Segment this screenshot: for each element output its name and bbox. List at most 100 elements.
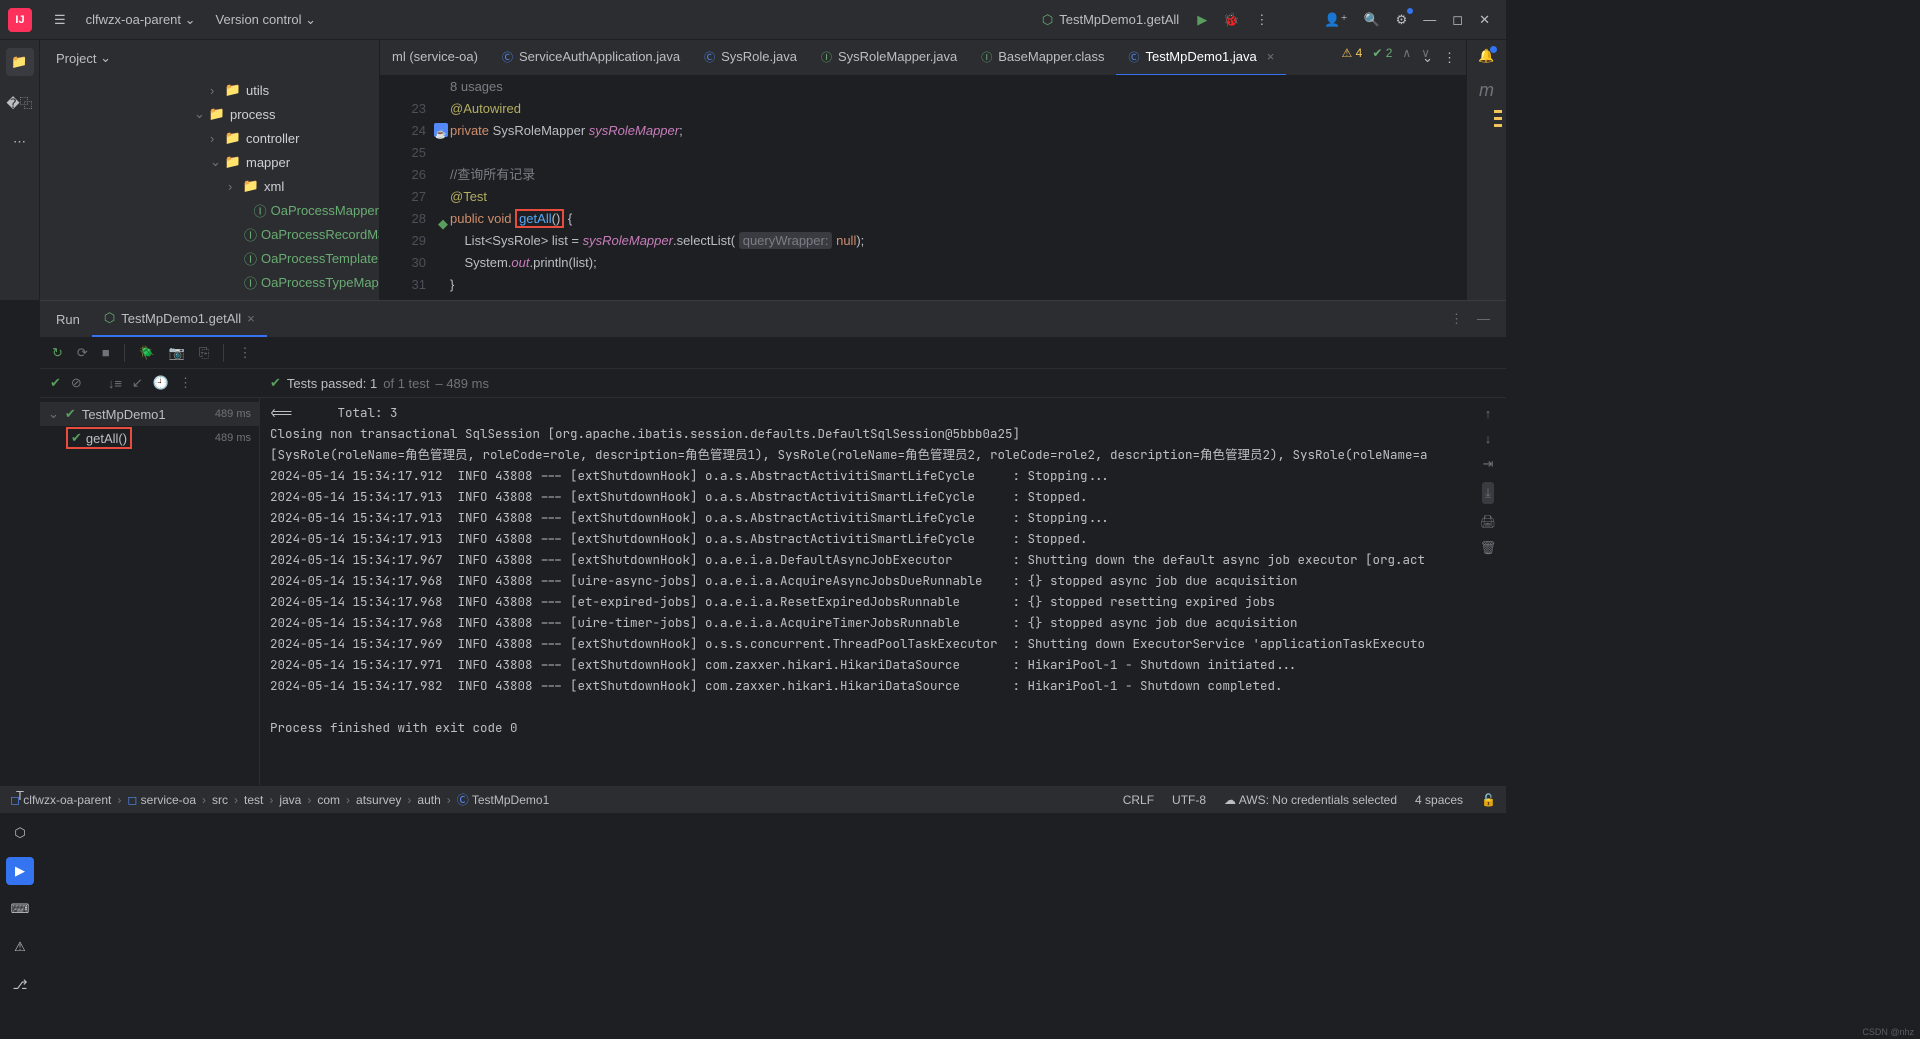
breadcrumb-item[interactable]: Ⓒ TestMpDemo1 bbox=[457, 791, 550, 808]
app-logo-icon: IJ bbox=[8, 8, 32, 32]
tree-row[interactable]: ⒾOaProcessTypeMapper bbox=[40, 270, 379, 294]
show-passed-icon[interactable]: ✔ bbox=[50, 375, 61, 391]
soft-wrap-icon[interactable]: ⇥ bbox=[1483, 456, 1494, 472]
rerun-failed-icon[interactable]: ⟳ bbox=[77, 345, 88, 361]
project-panel-header[interactable]: Project ⌄ bbox=[40, 40, 379, 76]
clock-icon[interactable]: 🕘 bbox=[153, 375, 169, 391]
rerun-icon[interactable]: ↻ bbox=[52, 345, 63, 361]
run-tool-icon[interactable]: ▶ bbox=[6, 857, 34, 885]
run-button[interactable]: ▶ bbox=[1189, 6, 1215, 34]
breadcrumb-item[interactable]: test bbox=[244, 793, 263, 807]
scroll-down-icon[interactable]: ↓ bbox=[1485, 431, 1492, 446]
sort-icon[interactable]: ↓≡ bbox=[108, 376, 122, 391]
encoding[interactable]: UTF-8 bbox=[1172, 793, 1206, 807]
inspection-widget[interactable]: ⚠ 4 ✔ 2 ∧ ∨ bbox=[1342, 46, 1430, 60]
line-separator[interactable]: CRLF bbox=[1123, 793, 1154, 807]
code-content[interactable]: 8 usages @Autowired private SysRoleMappe… bbox=[440, 76, 1466, 300]
tree-row[interactable]: ⒾOaProcessRecordMappe bbox=[40, 222, 379, 246]
indent-status[interactable]: 4 spaces bbox=[1415, 793, 1463, 807]
project-tree[interactable]: ›📁utils⌄📁process›📁controller⌄📁mapper›📁xm… bbox=[40, 76, 379, 300]
show-ignored-icon[interactable]: ⊘ bbox=[71, 375, 82, 391]
tree-row[interactable]: ⌄📁mapper bbox=[40, 150, 379, 174]
editor-tab[interactable]: ⒸServiceAuthApplication.java bbox=[490, 40, 692, 76]
clear-icon[interactable]: 🗑 bbox=[1480, 540, 1497, 556]
run-panel-hide-icon[interactable]: — bbox=[1477, 311, 1490, 327]
test-tree[interactable]: ⌄✔TestMpDemo1489 ms✔getAll()489 ms bbox=[40, 398, 260, 785]
breadcrumb-item[interactable]: src bbox=[212, 793, 228, 807]
aws-status[interactable]: ☁ AWS: No credentials selected bbox=[1224, 793, 1397, 807]
run-panel-options-icon[interactable]: ⋮ bbox=[1450, 311, 1463, 327]
gutter[interactable]: 23 24☕ 25 26 27 28◆ 29 30 31 bbox=[380, 76, 440, 300]
run-gutter-icon[interactable]: ◆ bbox=[438, 213, 448, 235]
debug-button[interactable]: 🐞 bbox=[1215, 6, 1247, 34]
code-editor[interactable]: 23 24☕ 25 26 27 28◆ 29 30 31 8 usages @A… bbox=[380, 76, 1466, 300]
error-stripe[interactable] bbox=[1494, 110, 1502, 131]
editor-tab[interactable]: ml (service-oa) bbox=[380, 40, 490, 76]
editor-tabs: ml (service-oa)ⒸServiceAuthApplication.j… bbox=[380, 40, 1466, 76]
problems-tool-icon[interactable]: ⚠ bbox=[6, 933, 34, 961]
close-icon[interactable]: ✕ bbox=[1471, 6, 1498, 34]
tree-row[interactable]: ›📁controller bbox=[40, 126, 379, 150]
java-gutter-icon[interactable]: ☕ bbox=[434, 123, 448, 137]
stop-icon[interactable]: ■ bbox=[102, 345, 110, 360]
git-tool-icon[interactable]: ⎇ bbox=[6, 971, 34, 999]
maven-tool-icon[interactable]: m bbox=[1479, 80, 1494, 101]
dump-threads-icon[interactable]: 🪲 bbox=[139, 345, 155, 361]
terminal-tool-icon[interactable]: ⌨ bbox=[6, 895, 34, 923]
warning-icon: ⚠ 4 bbox=[1342, 46, 1363, 60]
prev-highlight-icon[interactable]: ∧ bbox=[1402, 46, 1411, 60]
print-icon[interactable]: 🖨 bbox=[1480, 514, 1497, 530]
tree-row[interactable]: ⌄📁process bbox=[40, 102, 379, 126]
run-config-selector[interactable]: ⬡ TestMpDemo1.getAll bbox=[1032, 8, 1189, 32]
project-selector[interactable]: clfwzx-oa-parent ⌄ bbox=[76, 8, 206, 32]
more-tool-icon[interactable]: ⋯ bbox=[6, 128, 34, 156]
run-tool-label: Run bbox=[44, 312, 92, 327]
breadcrumb-item[interactable]: auth bbox=[417, 793, 440, 807]
scroll-up-icon[interactable]: ↑ bbox=[1485, 406, 1492, 421]
tree-row[interactable]: ⒾOaProcessMapper bbox=[40, 198, 379, 222]
test-options-icon[interactable]: ⋮ bbox=[179, 375, 192, 391]
breadcrumb-item[interactable]: com bbox=[317, 793, 340, 807]
breadcrumb-item[interactable]: atsurvey bbox=[356, 793, 401, 807]
notifications-icon[interactable]: 🔔 bbox=[1478, 48, 1494, 64]
more-toolbar-icon[interactable]: ⋮ bbox=[238, 345, 251, 361]
scroll-to-end-icon[interactable]: ⤓ bbox=[1482, 482, 1494, 504]
services-tool-icon[interactable]: ⬡ bbox=[6, 819, 34, 847]
run-tab[interactable]: ⬡ TestMpDemo1.getAll × bbox=[92, 301, 267, 337]
console-output[interactable]: <== Total: 3 Closing non transactional S… bbox=[260, 398, 1470, 785]
readonly-icon[interactable]: 🔓 bbox=[1481, 793, 1496, 807]
tree-row[interactable]: ›📁utils bbox=[40, 78, 379, 102]
settings-icon[interactable]: ⚙ bbox=[1388, 6, 1416, 34]
minimize-icon[interactable]: — bbox=[1415, 6, 1444, 33]
breadcrumb-item[interactable]: java bbox=[279, 793, 301, 807]
exit-icon[interactable]: ⎘ bbox=[199, 345, 209, 361]
editor-tab[interactable]: ⒸSysRole.java bbox=[692, 40, 809, 76]
build-tool-icon[interactable]: T bbox=[6, 781, 34, 809]
left-bottom-toolbar: T ⬡ ▶ ⌨ ⚠ ⎇ bbox=[0, 781, 40, 1009]
structure-tool-icon[interactable]: �⿻ bbox=[6, 88, 34, 116]
more-run-icon[interactable]: ⋮ bbox=[1247, 6, 1276, 34]
close-tab-icon[interactable]: × bbox=[1267, 49, 1275, 64]
maximize-icon[interactable]: ◻ bbox=[1444, 6, 1471, 34]
breadcrumb-item[interactable]: ◻ service-oa bbox=[127, 793, 196, 807]
test-tree-row[interactable]: ✔getAll()489 ms bbox=[40, 426, 259, 450]
tree-row[interactable]: ⒾOaProcessTemplateMap bbox=[40, 246, 379, 270]
statusbar: ◻ clfwzx-oa-parent›◻ service-oa›src›test… bbox=[0, 785, 1506, 813]
project-tool-icon[interactable]: 📁 bbox=[6, 48, 34, 76]
tree-row[interactable]: ›📁xml bbox=[40, 174, 379, 198]
test-tree-row[interactable]: ⌄✔TestMpDemo1489 ms bbox=[40, 402, 259, 426]
search-icon[interactable]: 🔍 bbox=[1355, 6, 1387, 34]
tab-more-icon[interactable]: ⋮ bbox=[1443, 50, 1456, 66]
breadcrumb[interactable]: ◻ clfwzx-oa-parent›◻ service-oa›src›test… bbox=[10, 791, 549, 808]
close-tab-icon[interactable]: × bbox=[247, 311, 255, 326]
camera-icon[interactable]: 📷 bbox=[169, 345, 185, 361]
next-highlight-icon[interactable]: ∨ bbox=[1421, 46, 1430, 60]
editor-tab[interactable]: ⒾBaseMapper.class bbox=[969, 40, 1116, 76]
main-menu-icon[interactable]: ☰ bbox=[44, 8, 76, 32]
vcs-selector[interactable]: Version control ⌄ bbox=[206, 8, 327, 32]
editor-tab[interactable]: ⒾSysRoleMapper.java bbox=[809, 40, 969, 76]
expand-icon[interactable]: ↙ bbox=[132, 375, 143, 391]
editor-tab[interactable]: ⒸTestMpDemo1.java× bbox=[1116, 40, 1286, 76]
console-toolbar: ↑ ↓ ⇥ ⤓ 🖨 🗑 bbox=[1470, 398, 1506, 785]
code-with-me-icon[interactable]: 👤⁺ bbox=[1316, 6, 1355, 34]
